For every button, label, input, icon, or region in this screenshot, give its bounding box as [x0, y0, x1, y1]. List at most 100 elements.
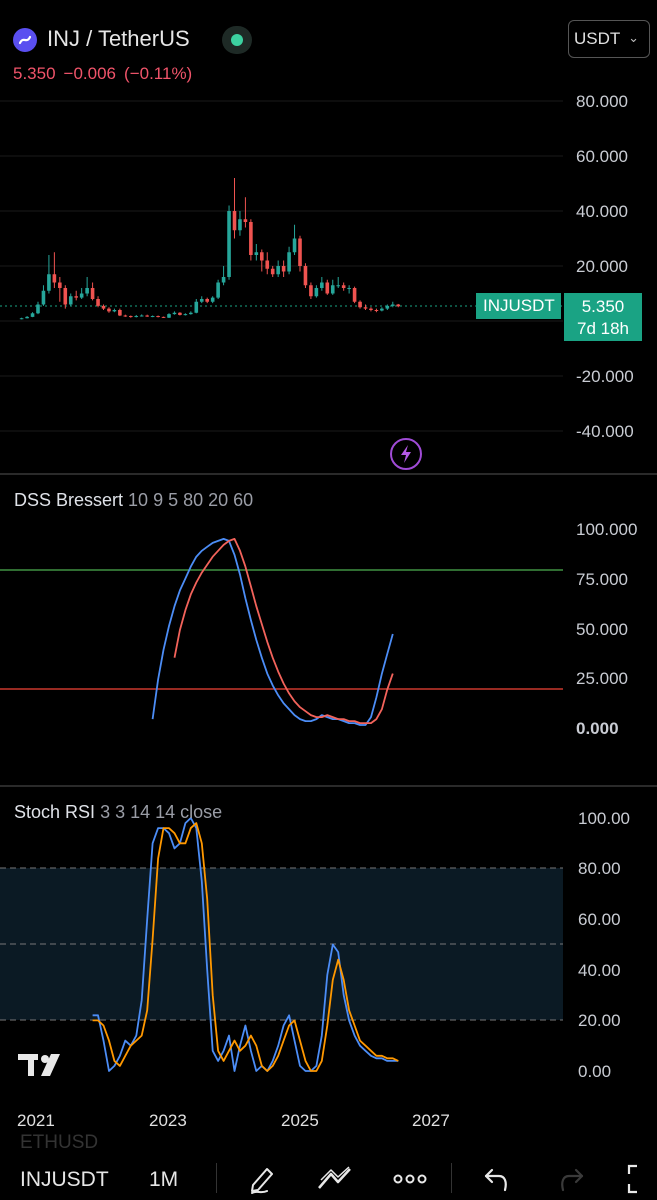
candle-body	[189, 312, 193, 315]
candle-body	[161, 316, 166, 318]
candle-body	[63, 288, 68, 305]
stoch-params: 3 3 14 14 close	[100, 802, 223, 822]
redo-icon[interactable]	[557, 1166, 585, 1192]
candle-body	[298, 238, 302, 266]
y-tick: 50.000	[576, 620, 628, 639]
y-tick: 60.00	[578, 910, 621, 929]
candle-body	[380, 308, 384, 311]
ghost-symbol: ETHUSD	[20, 1132, 99, 1153]
candle-body	[25, 316, 29, 319]
candle-body	[58, 282, 62, 288]
lightning-bolt-icon	[401, 445, 411, 463]
candle-body	[249, 222, 253, 255]
chart-canvas[interactable]	[0, 0, 657, 1200]
dss-title: DSS Bressert	[14, 490, 124, 510]
candle-body	[123, 315, 128, 317]
candle-body	[101, 305, 106, 309]
candle-body	[325, 282, 330, 294]
candle-body	[145, 315, 149, 317]
candle-body	[352, 288, 357, 302]
candle-body	[41, 290, 46, 305]
candle-body	[47, 274, 51, 291]
pencil-icon[interactable]	[247, 1163, 277, 1195]
candle-body	[390, 304, 395, 306]
candle-body	[79, 293, 84, 298]
y-tick: 20.000	[576, 257, 628, 276]
candle-body	[139, 315, 144, 317]
candle-body	[96, 299, 100, 306]
quick-trade-button[interactable]	[390, 438, 422, 470]
interval-selector[interactable]: 1M	[149, 1168, 178, 1192]
undo-icon[interactable]	[483, 1166, 511, 1192]
candle-body	[281, 266, 286, 272]
candle-body	[259, 252, 264, 261]
y-tick: 0.000	[576, 719, 619, 738]
fullscreen-icon[interactable]	[625, 1163, 651, 1195]
y-tick: 0.00	[578, 1062, 612, 1081]
y-tick: -20.000	[576, 367, 634, 386]
candle-body	[363, 307, 368, 309]
candle-body	[347, 288, 351, 289]
x-tick: 2021	[17, 1111, 55, 1130]
pane-separator-1[interactable]	[0, 473, 657, 475]
candle-body	[385, 305, 390, 309]
y-tick: 80.00	[578, 859, 621, 878]
main-grid	[0, 100, 563, 432]
candle-body	[156, 316, 160, 318]
candle-body	[276, 266, 280, 275]
x-tick: 2027	[412, 1111, 450, 1130]
stoch-rsi-indicator-title[interactable]: Stoch RSI 3 3 14 14 close	[14, 802, 222, 823]
candle-body	[118, 310, 122, 316]
candle-body	[19, 318, 24, 320]
candle-body	[232, 211, 237, 231]
candle-body	[194, 301, 199, 313]
candle-body	[178, 312, 182, 315]
pane-separator-2[interactable]	[0, 785, 657, 787]
series-line	[173, 538, 394, 724]
candlestick-series	[19, 178, 401, 320]
series-line	[151, 538, 394, 726]
candle-body	[320, 282, 324, 288]
symbol-selector[interactable]: INJUSDT	[20, 1168, 109, 1192]
candle-body	[309, 285, 313, 297]
candle-body	[314, 288, 319, 297]
candle-body	[341, 285, 346, 288]
toolbar-divider	[216, 1163, 217, 1193]
dss-indicator-title[interactable]: DSS Bressert 10 9 5 80 20 60	[14, 490, 253, 511]
candle-body	[292, 238, 297, 253]
candle-body	[36, 304, 40, 314]
candle-body	[74, 296, 79, 298]
candle-body	[183, 314, 188, 316]
bar-countdown: 7d 18h	[577, 319, 629, 338]
candle-body	[107, 308, 111, 312]
candle-body	[330, 285, 335, 294]
candle-body	[254, 252, 259, 255]
y-tick: 75.000	[576, 570, 628, 589]
candle-body	[374, 310, 379, 311]
candle-body	[30, 313, 35, 317]
y-tick: 100.00	[578, 809, 630, 828]
x-tick: 2025	[281, 1111, 319, 1130]
candle-body	[112, 310, 117, 312]
candle-body	[265, 260, 270, 269]
candle-body	[150, 316, 155, 318]
more-icon[interactable]	[393, 1172, 427, 1186]
candle-body	[396, 304, 401, 307]
candle-body	[243, 219, 248, 222]
candle-body	[128, 316, 133, 318]
candle-body	[238, 219, 242, 231]
candle-body	[369, 308, 373, 310]
candle-body	[210, 297, 215, 302]
tradingview-logo-icon[interactable]	[18, 1050, 68, 1080]
last-price-badge: 5.350 7d 18h	[564, 293, 642, 341]
candle-body	[90, 288, 95, 299]
candle-body	[221, 277, 226, 283]
drawing-tools-icon[interactable]	[317, 1166, 353, 1192]
candle-body	[205, 299, 210, 302]
candle-body	[358, 301, 362, 308]
candle-body	[287, 252, 291, 272]
candle-body	[216, 282, 220, 298]
candle-body	[172, 312, 177, 315]
symbol-price-label: INJUSDT	[476, 293, 561, 319]
y-tick: 80.000	[576, 92, 628, 111]
